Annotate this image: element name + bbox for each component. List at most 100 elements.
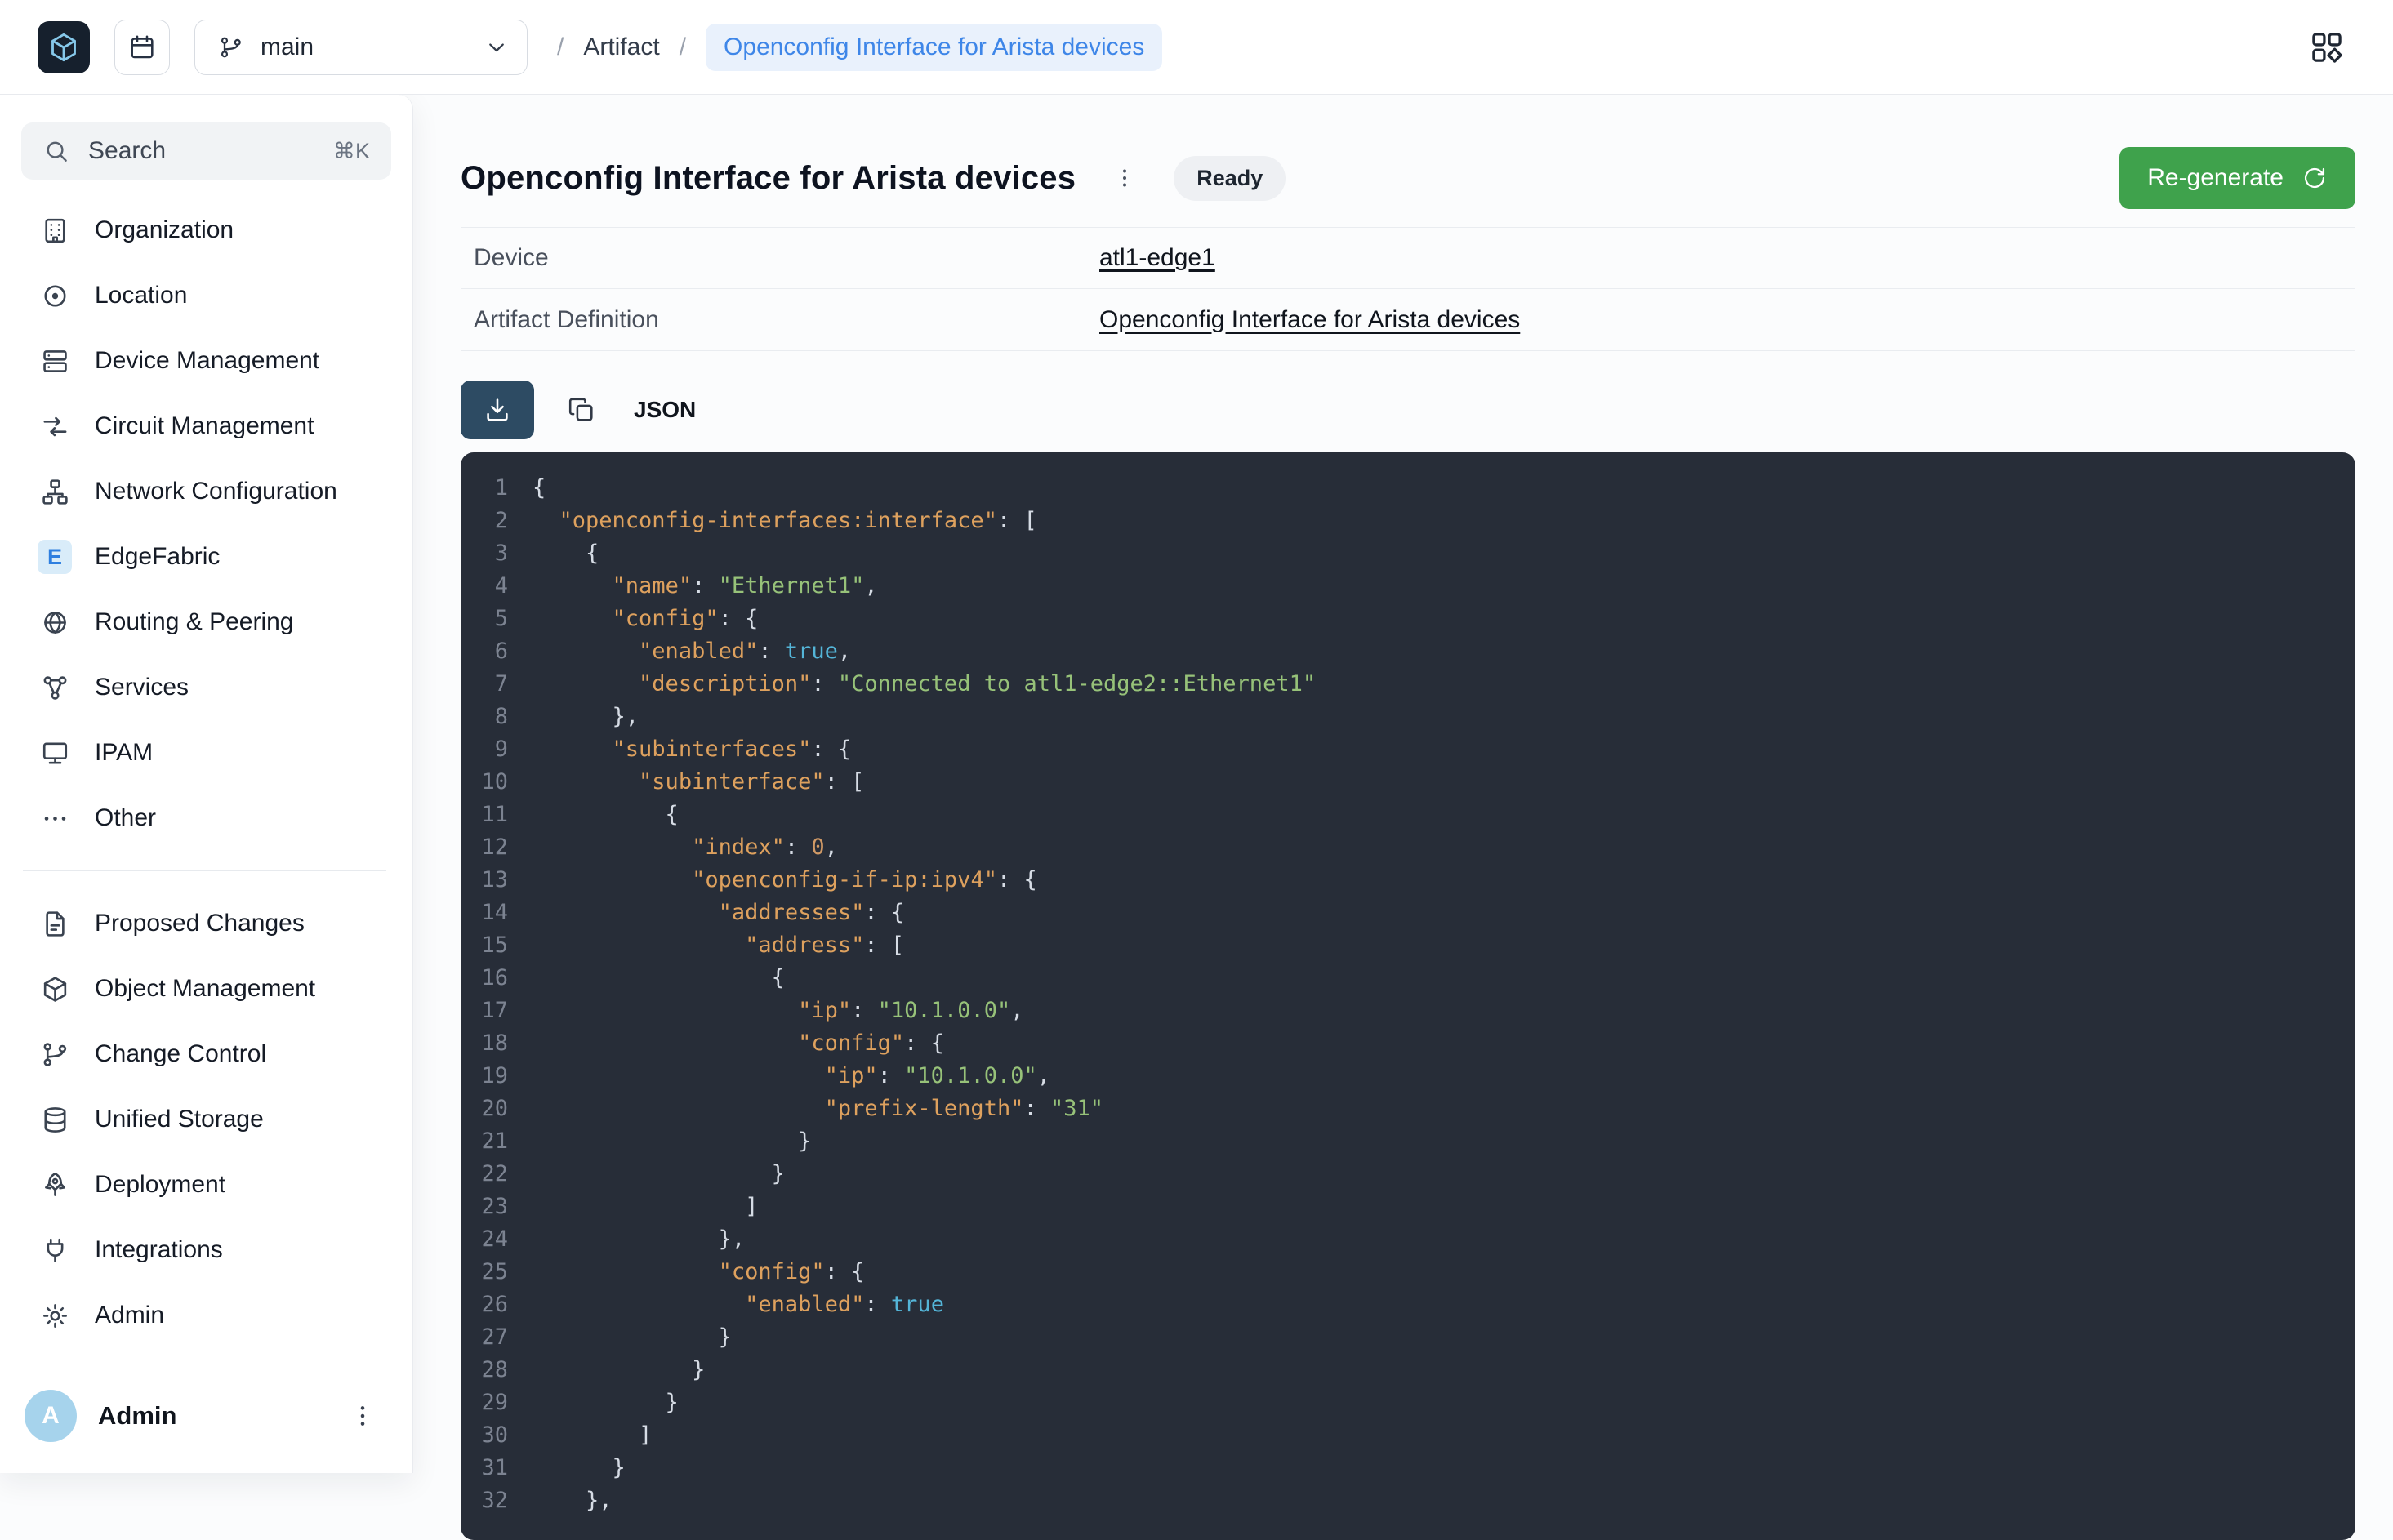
- proposed-changes-icon: [38, 906, 72, 941]
- sidebar-item-label: Network Configuration: [95, 478, 337, 505]
- apps-grid-icon: [2308, 29, 2346, 66]
- code-line: 3 {: [461, 537, 2355, 570]
- sidebar-item-device-management[interactable]: Device Management: [21, 328, 391, 394]
- status-badge: Ready: [1174, 156, 1286, 201]
- code-line: 13 "openconfig-if-ip:ipv4": {: [461, 864, 2355, 897]
- sidebar-item-services[interactable]: Services: [21, 655, 391, 720]
- line-number: 31: [461, 1452, 533, 1484]
- download-button[interactable]: [461, 381, 534, 439]
- user-name: Admin: [98, 1401, 176, 1431]
- code-line: 11 {: [461, 799, 2355, 831]
- field-label: Artifact Definition: [474, 306, 1099, 334]
- search-placeholder: Search: [88, 137, 315, 165]
- sidebar-item-label: Services: [95, 674, 189, 701]
- sidebar-item-label: Location: [95, 282, 187, 309]
- line-number: 23: [461, 1191, 533, 1223]
- title-menu-button[interactable]: [1107, 160, 1143, 196]
- line-number: 20: [461, 1093, 533, 1125]
- breadcrumb-item-artifact[interactable]: Artifact: [583, 33, 659, 61]
- admin-icon: [38, 1298, 72, 1333]
- code-text: {: [533, 472, 2355, 505]
- sidebar-item-ipam[interactable]: IPAM: [21, 720, 391, 786]
- field-value-link[interactable]: Openconfig Interface for Arista devices: [1099, 306, 1520, 334]
- sidebar-divider: [23, 870, 386, 871]
- sidebar-item-label: IPAM: [95, 739, 153, 767]
- other-icon: [38, 801, 72, 835]
- sidebar-item-label: Routing & Peering: [95, 608, 294, 636]
- avatar: A: [25, 1390, 77, 1442]
- code-text: }: [533, 1452, 2355, 1484]
- code-text: {: [533, 962, 2355, 995]
- sidebar-item-deployment[interactable]: Deployment: [21, 1152, 391, 1217]
- line-number: 24: [461, 1223, 533, 1256]
- location-icon: [38, 278, 72, 313]
- line-number: 15: [461, 929, 533, 962]
- code-line: 19 "ip": "10.1.0.0",: [461, 1060, 2355, 1093]
- code-line: 21 }: [461, 1125, 2355, 1158]
- code-text: }: [533, 1158, 2355, 1191]
- copy-button[interactable]: [559, 387, 604, 433]
- sidebar-item-other[interactable]: Other: [21, 786, 391, 851]
- breadcrumb-item-current[interactable]: Openconfig Interface for Arista devices: [706, 24, 1162, 71]
- line-number: 4: [461, 570, 533, 603]
- sidebar-item-circuit-management[interactable]: Circuit Management: [21, 394, 391, 459]
- line-number: 11: [461, 799, 533, 831]
- sidebar-item-unified-storage[interactable]: Unified Storage: [21, 1087, 391, 1152]
- fields-table: Deviceatl1-edge1Artifact DefinitionOpenc…: [461, 227, 2355, 351]
- sidebar-item-routing-peering[interactable]: Routing & Peering: [21, 590, 391, 655]
- code-text: "ip": "10.1.0.0",: [533, 995, 2355, 1027]
- code-text: {: [533, 799, 2355, 831]
- kebab-icon: [1112, 166, 1137, 190]
- branch-chevron[interactable]: [466, 20, 527, 74]
- sidebar-item-admin[interactable]: Admin: [21, 1283, 391, 1348]
- object-management-icon: [38, 972, 72, 1006]
- sidebar-item-label: Change Control: [95, 1040, 266, 1068]
- sidebar-item-label: EdgeFabric: [95, 543, 220, 571]
- sidebar-item-integrations[interactable]: Integrations: [21, 1217, 391, 1283]
- search-input[interactable]: Search ⌘K: [21, 122, 391, 180]
- user-menu-button[interactable]: [342, 1395, 383, 1436]
- sidebar-item-change-control[interactable]: Change Control: [21, 1021, 391, 1087]
- code-text: "address": [: [533, 929, 2355, 962]
- code-text: "openconfig-interfaces:interface": [: [533, 505, 2355, 537]
- code-text: "addresses": {: [533, 897, 2355, 929]
- network-configuration-icon: [38, 474, 72, 509]
- line-number: 19: [461, 1060, 533, 1093]
- calendar-button[interactable]: [114, 20, 170, 75]
- integrations-icon: [38, 1233, 72, 1267]
- code-text: "config": {: [533, 1027, 2355, 1060]
- code-line: 17 "ip": "10.1.0.0",: [461, 995, 2355, 1027]
- copy-icon: [567, 395, 596, 425]
- code-text: ]: [533, 1419, 2355, 1452]
- sidebar-item-edgefabric[interactable]: EEdgeFabric: [21, 524, 391, 590]
- code-line: 32 },: [461, 1484, 2355, 1517]
- device-management-icon: [38, 344, 72, 378]
- sidebar: Search ⌘K Organization Location Device Man…: [0, 95, 413, 1473]
- line-number: 27: [461, 1321, 533, 1354]
- change-control-icon: [38, 1037, 72, 1071]
- app-logo[interactable]: [38, 21, 90, 73]
- field-value-link[interactable]: atl1-edge1: [1099, 244, 1215, 272]
- regenerate-button[interactable]: Re-generate: [2119, 147, 2355, 209]
- format-label[interactable]: JSON: [634, 397, 696, 423]
- sidebar-item-location[interactable]: Location: [21, 263, 391, 328]
- branch-selector[interactable]: main: [194, 20, 528, 75]
- field-row-artifact-definition: Artifact DefinitionOpenconfig Interface …: [461, 289, 2355, 351]
- code-toolbar: JSON: [461, 381, 2355, 439]
- line-number: 13: [461, 864, 533, 897]
- code-line: 24 },: [461, 1223, 2355, 1256]
- code-text: "index": 0,: [533, 831, 2355, 864]
- code-line: 5 "config": {: [461, 603, 2355, 635]
- code-text: "openconfig-if-ip:ipv4": {: [533, 864, 2355, 897]
- sidebar-item-object-management[interactable]: Object Management: [21, 956, 391, 1021]
- sidebar-item-organization[interactable]: Organization: [21, 198, 391, 263]
- code-text: }: [533, 1354, 2355, 1386]
- sidebar-item-proposed-changes[interactable]: Proposed Changes: [21, 891, 391, 956]
- code-text: },: [533, 1223, 2355, 1256]
- apps-grid-button[interactable]: [2298, 19, 2355, 76]
- user-section: A Admin: [0, 1369, 412, 1473]
- sidebar-item-network-configuration[interactable]: Network Configuration: [21, 459, 391, 524]
- code-content: 1{2 "openconfig-interfaces:interface": […: [461, 472, 2355, 1517]
- circuit-management-icon: [38, 409, 72, 443]
- regenerate-label: Re-generate: [2147, 164, 2284, 192]
